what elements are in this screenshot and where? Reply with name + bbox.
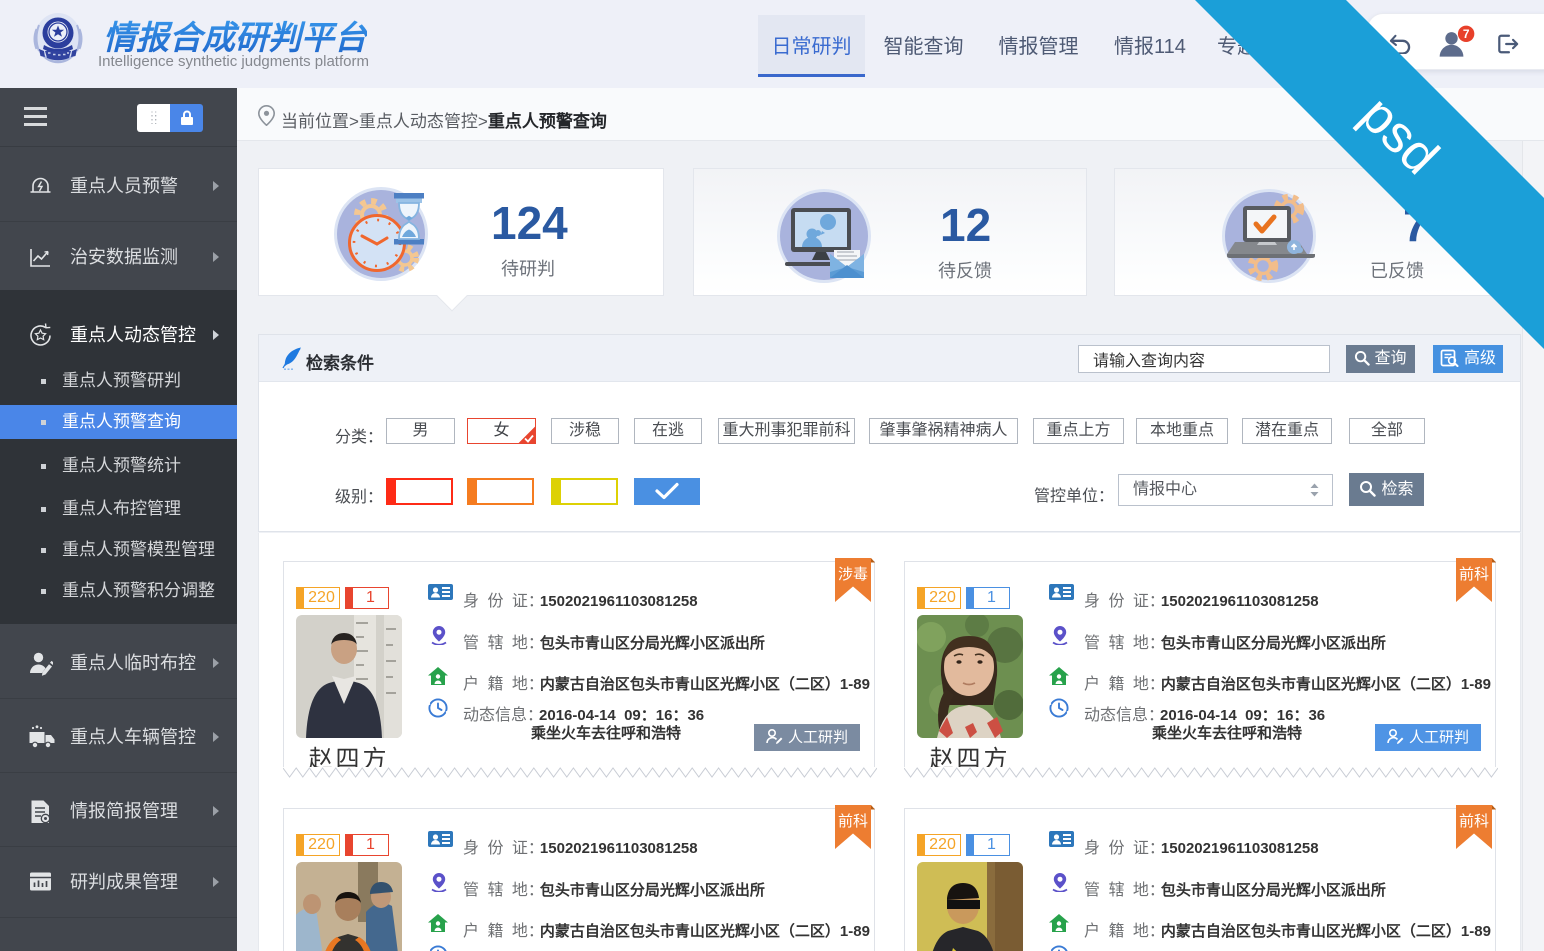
svg-text:7: 7 [1463,27,1470,41]
